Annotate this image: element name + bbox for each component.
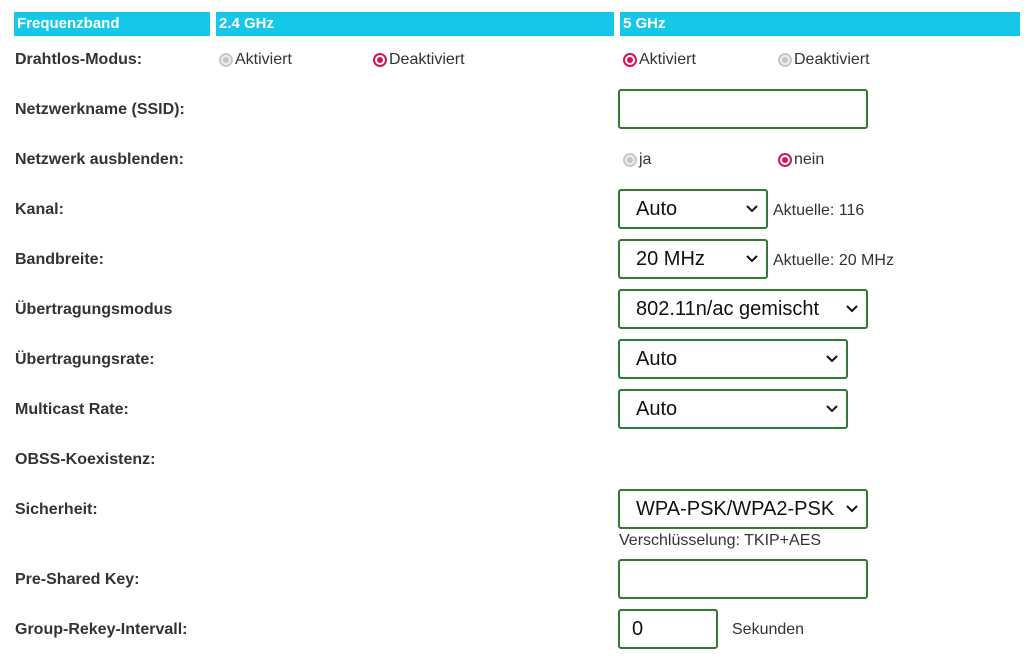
radio-hide-no[interactable]: nein [778,150,824,170]
radio-hide-no-label: nein [794,151,825,168]
tx-rate-select[interactable]: Auto [618,339,848,379]
bandwidth-select-value: 20 MHz [636,247,705,270]
header-band-24ghz: 2.4 GHz [216,12,614,36]
tx-mode-label: Übertragungsmodus [15,301,173,318]
channel-select-value: Auto [636,197,678,220]
tx-mode-select[interactable]: 802.11n/ac gemischt [618,289,868,329]
tx-rate-label: Übertragungsrate: [15,351,155,368]
security-select-value: WPA-PSK/WPA2-PSK [636,497,835,520]
security-label: Sicherheit: [15,501,98,518]
multicast-rate-select-value: Auto [636,397,678,420]
encryption-info: Verschlüsselung: TKIP+AES [619,532,822,549]
bandwidth-current: Aktuelle: 20 MHz [773,252,894,269]
radio-unselected-icon [778,53,792,67]
wireless-mode-label: Drahtlos-Modus: [15,51,143,68]
rekey-label: Group-Rekey-Intervall: [15,621,188,638]
multicast-rate-select[interactable]: Auto [618,389,848,429]
radio-24-disabled-label: Deaktiviert [389,51,465,68]
psk-label: Pre-Shared Key: [15,571,140,588]
radio-selected-icon [623,53,637,67]
radio-24-enabled[interactable]: Aktiviert [219,50,292,70]
obss-label: OBSS-Koexistenz: [15,451,156,468]
tx-mode-select-value: 802.11n/ac gemischt [636,297,820,320]
radio-5-enabled-label: Aktiviert [639,51,696,68]
radio-5-disabled-label: Deaktiviert [794,51,870,68]
chevron-down-icon [826,355,838,363]
chevron-down-icon [846,305,858,313]
ssid-label: Netzwerkname (SSID): [15,101,185,118]
chevron-down-icon [826,405,838,413]
radio-hide-yes[interactable]: ja [623,150,651,170]
radio-unselected-icon [623,153,637,167]
radio-24-enabled-label: Aktiviert [235,51,292,68]
chevron-down-icon [846,505,858,513]
chevron-down-icon [746,255,758,263]
channel-label: Kanal: [15,201,64,218]
multicast-rate-label: Multicast Rate: [15,401,129,418]
channel-select[interactable]: Auto [618,189,768,229]
psk-input[interactable] [618,559,868,599]
radio-hide-yes-label: ja [639,151,652,168]
ssid-input[interactable] [618,89,868,129]
security-select[interactable]: WPA-PSK/WPA2-PSK [618,489,868,529]
bandwidth-select[interactable]: 20 MHz [618,239,768,279]
radio-5-enabled[interactable]: Aktiviert [623,50,696,70]
radio-5-disabled[interactable]: Deaktiviert [778,50,870,70]
radio-selected-icon [373,53,387,67]
header-frequency-band: Frequenzband [14,12,210,36]
chevron-down-icon [746,205,758,213]
rekey-input[interactable]: 0 [618,609,718,649]
bandwidth-label: Bandbreite: [15,251,104,268]
header-band-5ghz: 5 GHz [620,12,1020,36]
channel-current: Aktuelle: 116 [773,202,865,219]
tx-rate-select-value: Auto [636,347,678,370]
radio-24-disabled[interactable]: Deaktiviert [373,50,465,70]
hide-network-label: Netzwerk ausblenden: [15,151,184,168]
rekey-unit: Sekunden [732,621,805,638]
radio-unselected-icon [219,53,233,67]
radio-selected-icon [778,153,792,167]
